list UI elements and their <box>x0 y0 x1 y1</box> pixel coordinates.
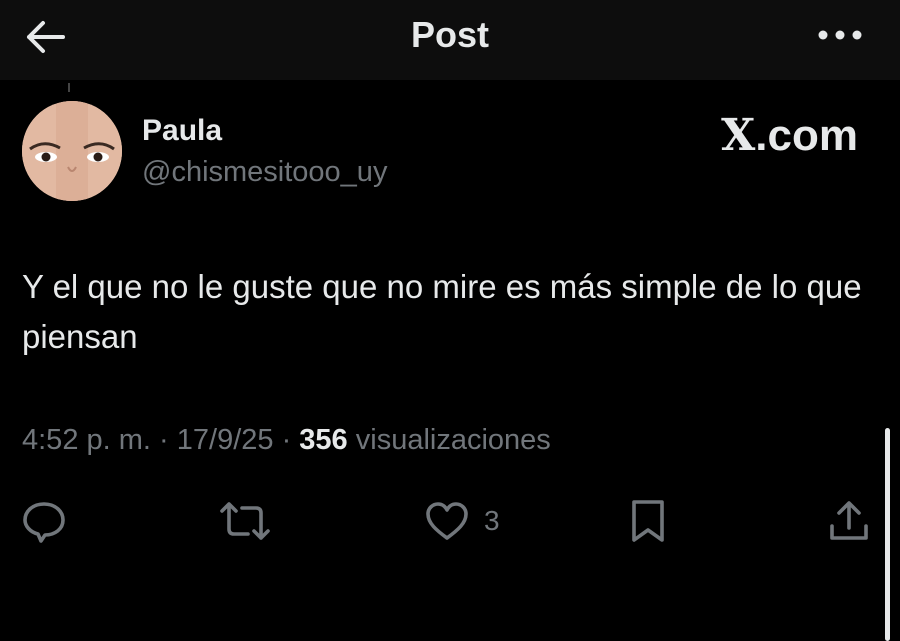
post-time[interactable]: 4:52 p. m. <box>22 424 151 456</box>
arrow-left-icon <box>27 21 65 53</box>
avatar-image <box>22 101 122 201</box>
like-count: 3 <box>484 505 500 536</box>
action-bar: 3 <box>0 495 900 555</box>
watermark-domain: .com <box>755 111 858 160</box>
back-button[interactable] <box>20 14 70 60</box>
bookmark-button[interactable] <box>628 495 668 547</box>
thread-connector <box>68 83 70 92</box>
share-icon <box>830 501 868 540</box>
share-button[interactable] <box>826 495 872 547</box>
more-horizontal-icon <box>818 30 862 40</box>
views-count[interactable]: 356 <box>299 424 347 456</box>
page-title: Post <box>410 14 489 55</box>
post-date[interactable]: 17/9/25 <box>177 424 274 456</box>
like-button[interactable]: 3 <box>424 495 500 547</box>
x-logo: X <box>721 110 756 161</box>
more-options-button[interactable] <box>810 18 870 52</box>
reply-icon <box>23 502 65 543</box>
heart-icon <box>426 502 468 540</box>
author-handle[interactable]: @chismesitooo_uy <box>142 156 387 189</box>
repost-icon <box>220 502 270 540</box>
repost-button[interactable] <box>218 495 272 547</box>
author-display-name[interactable]: Paula <box>142 114 222 148</box>
reply-button[interactable] <box>20 495 68 547</box>
post-metadata: 4:52 p. m. · 17/9/25 · 356 visualizacion… <box>22 424 551 457</box>
meta-separator: · <box>273 424 300 456</box>
top-bar: Post <box>0 0 900 80</box>
meta-separator: · <box>150 424 177 456</box>
x-com-watermark: X.com <box>721 110 858 161</box>
bookmark-icon <box>632 500 664 542</box>
views-label[interactable]: visualizaciones <box>348 424 551 456</box>
scrollbar[interactable] <box>885 428 890 641</box>
avatar[interactable] <box>22 101 122 201</box>
post-text: Y el que no le guste que no mire es más … <box>22 268 862 355</box>
